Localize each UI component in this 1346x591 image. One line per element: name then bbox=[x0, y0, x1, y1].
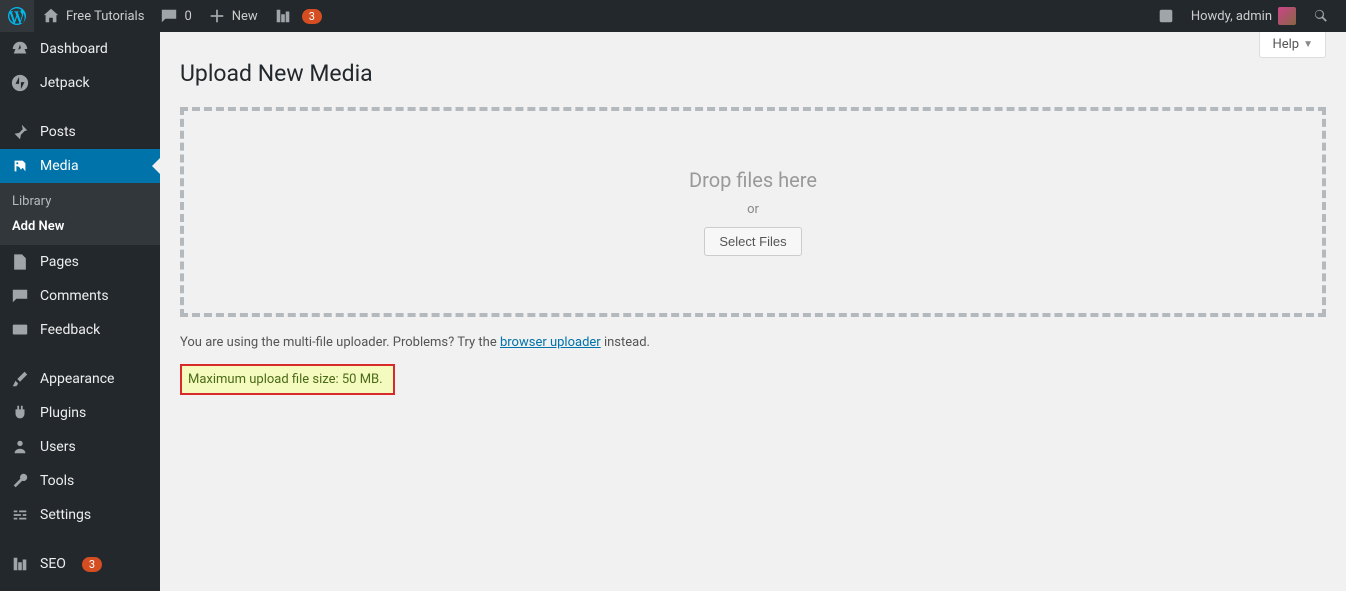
max-upload-highlight: Maximum upload file size: 50 MB. bbox=[180, 364, 395, 395]
plus-icon bbox=[208, 7, 226, 25]
menu-separator bbox=[0, 532, 160, 547]
select-files-button[interactable]: Select Files bbox=[704, 227, 801, 256]
help-tab[interactable]: Help ▼ bbox=[1259, 32, 1326, 58]
wrench-icon bbox=[10, 472, 30, 490]
browser-uploader-link[interactable]: browser uploader bbox=[500, 335, 601, 350]
comments-icon bbox=[10, 287, 30, 305]
seo-count-badge: 3 bbox=[82, 557, 102, 572]
uploader-info: You are using the multi-file uploader. P… bbox=[180, 335, 1326, 350]
avatar bbox=[1278, 7, 1296, 25]
home-icon bbox=[42, 7, 60, 25]
menu-separator bbox=[0, 100, 160, 115]
my-account-link[interactable]: Howdy, admin bbox=[1183, 0, 1304, 32]
howdy-text: Howdy, admin bbox=[1191, 9, 1272, 24]
chevron-down-icon: ▼ bbox=[1303, 39, 1313, 50]
seo-menu-icon bbox=[10, 555, 30, 573]
page-title: Upload New Media bbox=[180, 60, 1326, 87]
site-name-link[interactable]: Free Tutorials bbox=[34, 0, 152, 32]
sidebar-item-label: Media bbox=[40, 158, 79, 174]
info-pre: You are using the multi-file uploader. P… bbox=[180, 335, 500, 350]
sidebar-item-label: Pages bbox=[40, 254, 79, 270]
page-icon bbox=[10, 253, 30, 271]
sidebar-item-seo[interactable]: SEO 3 bbox=[0, 547, 160, 581]
admin-bar-left: Free Tutorials 0 New 3 bbox=[0, 0, 330, 32]
sidebar-item-tools[interactable]: Tools bbox=[0, 464, 160, 498]
sidebar-item-feedback[interactable]: Feedback bbox=[0, 313, 160, 347]
sidebar-item-comments[interactable]: Comments bbox=[0, 279, 160, 313]
drop-text: Drop files here bbox=[689, 168, 817, 192]
admin-menu: Dashboard Jetpack Posts Media Library Ad… bbox=[0, 32, 160, 591]
or-text: or bbox=[747, 202, 759, 217]
sidebar-item-appearance[interactable]: Appearance bbox=[0, 362, 160, 396]
menu-separator bbox=[0, 347, 160, 362]
users-icon bbox=[10, 438, 30, 456]
submenu-library[interactable]: Library bbox=[0, 189, 160, 214]
sidebar-item-label: Comments bbox=[40, 288, 109, 304]
sidebar-item-label: Dashboard bbox=[40, 41, 108, 57]
sidebar-item-users[interactable]: Users bbox=[0, 430, 160, 464]
search-icon bbox=[1312, 7, 1330, 25]
notices-link[interactable] bbox=[1149, 0, 1183, 32]
sidebar-item-label: Jetpack bbox=[40, 75, 90, 91]
comments-link[interactable]: 0 bbox=[152, 0, 199, 32]
sidebar-item-jetpack[interactable]: Jetpack bbox=[0, 66, 160, 100]
help-label: Help bbox=[1272, 37, 1299, 52]
info-post: instead. bbox=[601, 335, 650, 350]
sidebar-item-posts[interactable]: Posts bbox=[0, 115, 160, 149]
sidebar-item-label: Tools bbox=[40, 473, 74, 489]
sidebar-item-dashboard[interactable]: Dashboard bbox=[0, 32, 160, 66]
search-toggle[interactable] bbox=[1304, 0, 1338, 32]
admin-bar: Free Tutorials 0 New 3 Howdy bbox=[0, 0, 1346, 32]
brush-icon bbox=[10, 370, 30, 388]
sidebar-item-label: SEO bbox=[40, 556, 66, 572]
media-icon bbox=[10, 157, 30, 175]
wp-logo-menu[interactable] bbox=[0, 0, 34, 32]
sidebar-item-plugins[interactable]: Plugins bbox=[0, 396, 160, 430]
seo-badge: 3 bbox=[302, 9, 322, 24]
plugin-icon bbox=[10, 404, 30, 422]
sidebar-item-label: Feedback bbox=[40, 322, 100, 338]
notice-icon bbox=[1157, 7, 1175, 25]
comments-count: 0 bbox=[184, 9, 191, 24]
dashboard-icon bbox=[10, 40, 30, 58]
sliders-icon bbox=[10, 506, 30, 524]
drop-zone[interactable]: Drop files here or Select Files bbox=[180, 107, 1326, 317]
admin-bar-right: Howdy, admin bbox=[1149, 0, 1338, 32]
seo-toolbar-link[interactable]: 3 bbox=[266, 0, 330, 32]
sidebar-item-label: Users bbox=[40, 439, 76, 455]
wordpress-icon bbox=[8, 7, 26, 25]
submenu-add-new[interactable]: Add New bbox=[0, 214, 160, 239]
feedback-icon bbox=[10, 321, 30, 339]
sidebar-item-label: Plugins bbox=[40, 405, 86, 421]
sidebar-item-pages[interactable]: Pages bbox=[0, 245, 160, 279]
new-label: New bbox=[232, 9, 258, 24]
max-upload-text: Maximum upload file size: 50 MB. bbox=[188, 372, 383, 387]
main-content: Help ▼ Upload New Media Drop files here … bbox=[160, 32, 1346, 415]
pin-icon bbox=[10, 123, 30, 141]
sidebar-item-label: Appearance bbox=[40, 371, 114, 387]
jetpack-icon bbox=[10, 74, 30, 92]
sidebar-item-label: Settings bbox=[40, 507, 91, 523]
site-name: Free Tutorials bbox=[66, 9, 144, 24]
sidebar-item-media[interactable]: Media bbox=[0, 149, 160, 183]
sidebar-item-settings[interactable]: Settings bbox=[0, 498, 160, 532]
seo-icon bbox=[274, 7, 292, 25]
sidebar-item-label: Posts bbox=[40, 124, 76, 140]
media-submenu: Library Add New bbox=[0, 183, 160, 245]
new-content-link[interactable]: New bbox=[200, 0, 266, 32]
comment-icon bbox=[160, 7, 178, 25]
